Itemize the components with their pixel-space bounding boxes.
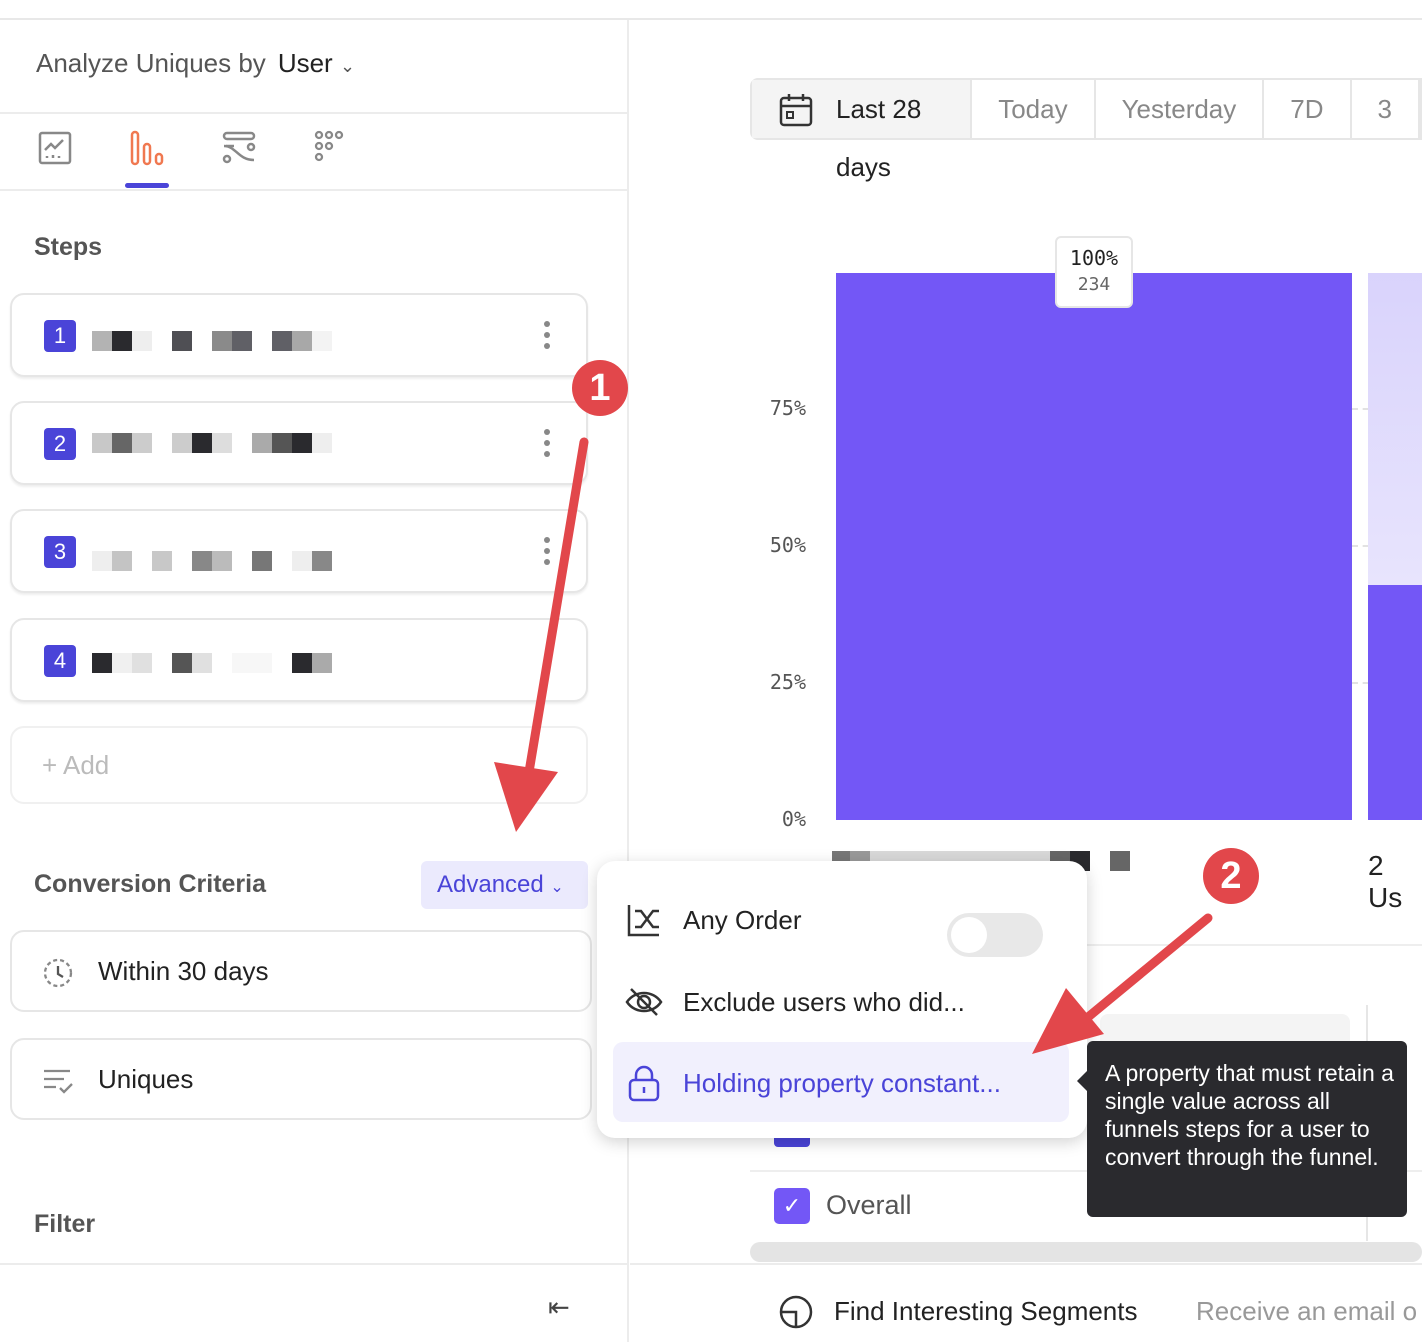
annotation-badge-2: 2 xyxy=(1203,848,1259,904)
active-tab-indicator xyxy=(125,183,169,188)
overall-checkbox[interactable]: ✓ xyxy=(774,1188,810,1224)
step-number: 3 xyxy=(44,536,76,568)
bar-value-label: 100% 234 xyxy=(1055,236,1133,308)
menu-item-label: Any Order xyxy=(683,905,802,935)
funnel-bar-step-2[interactable] xyxy=(1368,584,1422,820)
overall-label: Overall xyxy=(826,1190,912,1220)
menu-item-holding-property-constant[interactable]: Holding property constant... xyxy=(613,1042,1069,1122)
advanced-label: Advanced xyxy=(437,871,544,898)
funnels-icon[interactable] xyxy=(129,130,165,166)
redacted-event-name xyxy=(92,653,332,673)
divider xyxy=(0,189,629,191)
analyze-by-selector[interactable]: Analyze Uniques by User ⌄ xyxy=(36,48,355,79)
step-number: 4 xyxy=(44,645,76,677)
step-card[interactable]: 1 xyxy=(10,293,588,377)
chevron-down-icon: ⌄ xyxy=(339,56,356,76)
date-range-picker: Last 28 days Today Yesterday 7D 3 xyxy=(750,78,1422,182)
date-range-more[interactable]: 3 xyxy=(1351,80,1420,138)
step-2-label: 2 Us xyxy=(1368,850,1403,913)
any-order-icon xyxy=(627,905,659,937)
advanced-dropdown[interactable]: Advanced ⌄ xyxy=(421,861,588,909)
flows-icon[interactable] xyxy=(221,130,257,166)
y-tick-label: 0% xyxy=(781,807,806,831)
date-range-last-28-days[interactable]: Last 28 days xyxy=(752,80,973,182)
email-link[interactable]: Receive an email o xyxy=(1196,1296,1417,1327)
divider xyxy=(630,1263,1422,1265)
more-options-icon[interactable] xyxy=(544,537,550,570)
tooltip: A property that must retain a single val… xyxy=(1077,1041,1407,1217)
chevron-down-icon: ⌄ xyxy=(550,879,564,896)
collapse-sidebar-icon[interactable]: ⇤ xyxy=(548,1292,570,1323)
retention-icon[interactable] xyxy=(313,130,349,166)
divider xyxy=(0,1263,629,1265)
redacted-event-name xyxy=(92,433,332,453)
date-range-yesterday[interactable]: Yesterday xyxy=(1095,80,1265,138)
insights-icon[interactable] xyxy=(37,130,73,166)
steps-title: Steps xyxy=(34,233,103,261)
counting-method-label: Uniques xyxy=(98,1064,194,1094)
menu-item-exclude-users[interactable]: Exclude users who did... xyxy=(613,961,1069,1041)
advanced-options-menu: Any Order Exclude users who did... Holdi… xyxy=(597,861,1087,1138)
annotation-badge-1: 1 xyxy=(572,360,628,416)
date-range-7d[interactable]: 7D xyxy=(1264,80,1352,138)
y-tick-label: 50% xyxy=(769,533,806,557)
y-tick-label: 25% xyxy=(769,670,806,694)
y-tick-label: 75% xyxy=(769,396,806,420)
list-check-icon xyxy=(44,1069,73,1094)
divider xyxy=(0,112,629,114)
conversion-window-label: Within 30 days xyxy=(98,956,269,986)
segments-icon xyxy=(779,1295,813,1329)
find-segments-link[interactable]: Find Interesting Segments xyxy=(834,1296,1138,1327)
more-options-icon[interactable] xyxy=(544,429,550,462)
eye-off-icon xyxy=(625,988,663,1016)
more-options-icon[interactable] xyxy=(544,321,550,354)
step-number: 2 xyxy=(44,428,76,460)
add-step-button[interactable]: + Add xyxy=(10,726,588,804)
step-card[interactable]: 4 xyxy=(10,618,588,702)
conversion-window-selector[interactable]: Within 30 days xyxy=(10,930,592,1012)
analyze-label: Analyze Uniques by xyxy=(36,48,266,78)
step-number: 1 xyxy=(44,320,76,352)
menu-item-label: Exclude users who did... xyxy=(683,987,965,1017)
filter-title: Filter xyxy=(34,1210,96,1238)
menu-item-any-order[interactable]: Any Order xyxy=(613,879,1069,959)
plus-icon: + xyxy=(42,750,63,780)
menu-item-label: Holding property constant... xyxy=(683,1068,1001,1098)
redacted-event-name xyxy=(92,331,332,351)
clock-icon xyxy=(43,958,73,988)
analyze-value: User xyxy=(277,48,333,78)
bar-percent: 100% xyxy=(1069,246,1119,270)
conversion-criteria-title: Conversion Criteria xyxy=(34,870,267,898)
any-order-toggle[interactable] xyxy=(947,913,1043,957)
horizontal-scrollbar[interactable] xyxy=(750,1242,1422,1262)
divider xyxy=(1087,944,1422,946)
add-label: Add xyxy=(62,750,110,780)
step-card[interactable]: 2 xyxy=(10,401,588,485)
date-range-label: Last 28 days xyxy=(836,94,922,182)
lock-icon xyxy=(628,1065,660,1102)
redacted-event-name xyxy=(92,551,332,571)
date-range-today[interactable]: Today xyxy=(972,80,1096,138)
bar-count: 234 xyxy=(1077,274,1111,295)
funnel-bar-step-1[interactable] xyxy=(836,273,1352,820)
counting-method-selector[interactable]: Uniques xyxy=(10,1038,592,1120)
calendar-icon xyxy=(779,94,813,127)
step-card[interactable]: 3 xyxy=(10,509,588,593)
